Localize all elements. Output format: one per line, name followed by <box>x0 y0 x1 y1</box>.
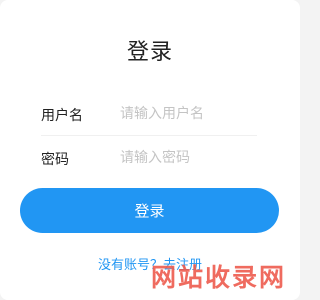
register-link[interactable]: 没有账号？去注册 <box>0 254 300 273</box>
username-label: 用户名 <box>41 108 83 124</box>
password-input[interactable] <box>120 147 257 169</box>
login-button[interactable]: 登录 <box>20 188 279 233</box>
username-input[interactable] <box>120 103 257 125</box>
password-label: 密码 <box>41 152 69 168</box>
password-row: 密码 <box>41 139 257 179</box>
login-card: 登录 用户名 密码 登录 没有账号？去注册 网站收录网 <box>0 0 300 300</box>
page-title: 登录 <box>126 40 173 65</box>
username-row: 用户名 <box>41 95 257 136</box>
